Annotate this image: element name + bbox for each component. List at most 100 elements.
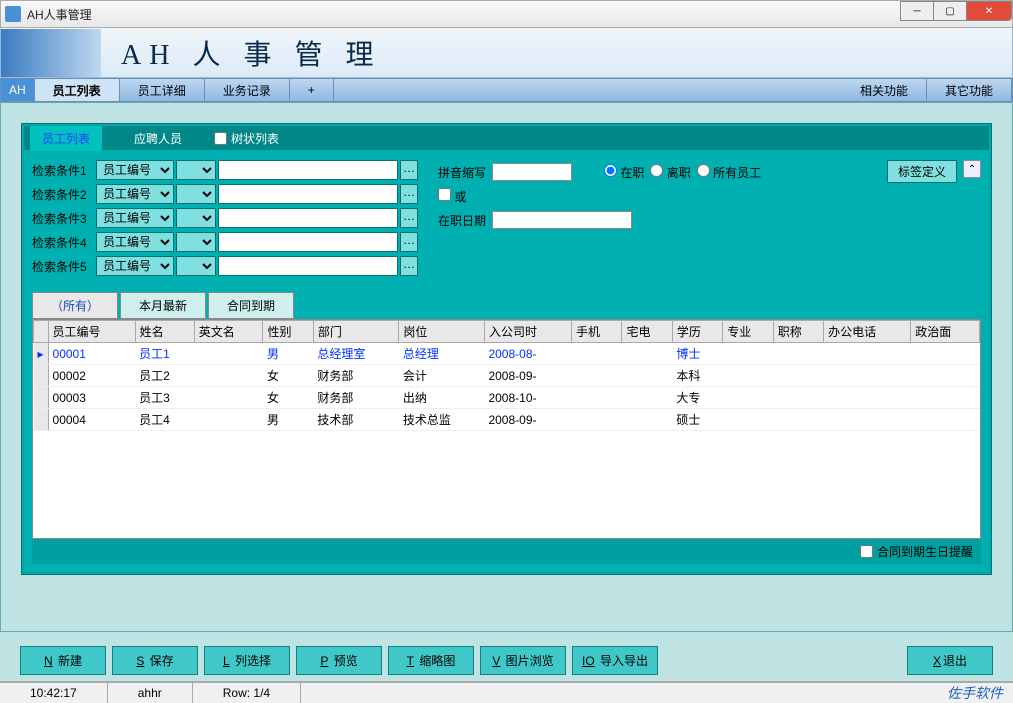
tab-employee-list[interactable]: 员工列表 <box>35 79 120 101</box>
table-cell[interactable] <box>622 409 672 431</box>
search-field-select[interactable]: 员工编号 <box>96 256 174 276</box>
tree-checkbox[interactable] <box>214 132 227 145</box>
table-cell[interactable] <box>723 365 773 387</box>
table-cell[interactable] <box>773 409 823 431</box>
table-cell[interactable]: 总经理室 <box>313 343 399 365</box>
tab-related[interactable]: 相关功能 <box>842 79 927 101</box>
column-header[interactable]: 岗位 <box>399 321 485 343</box>
close-button[interactable]: ✕ <box>966 1 1012 21</box>
table-cell[interactable] <box>824 365 911 387</box>
search-op-select[interactable] <box>176 232 216 252</box>
table-cell[interactable]: 员工1 <box>135 343 194 365</box>
search-value-input[interactable] <box>218 256 398 276</box>
tab-business-record[interactable]: 业务记录 <box>205 79 290 101</box>
reminder-checkbox[interactable] <box>860 545 873 558</box>
table-cell[interactable]: 会计 <box>399 365 485 387</box>
table-cell[interactable] <box>622 387 672 409</box>
search-value-input[interactable] <box>218 184 398 204</box>
search-value-input[interactable] <box>218 208 398 228</box>
search-field-select[interactable]: 员工编号 <box>96 232 174 252</box>
table-cell[interactable]: 员工4 <box>135 409 194 431</box>
table-cell[interactable]: 总经理 <box>399 343 485 365</box>
table-cell[interactable]: 男 <box>263 409 313 431</box>
table-cell[interactable]: 男 <box>263 343 313 365</box>
table-row[interactable]: 00002员工2女财务部会计2008-09-本科 <box>34 365 980 387</box>
search-more-button[interactable]: … <box>400 160 418 180</box>
table-cell[interactable] <box>911 343 980 365</box>
table-cell[interactable] <box>723 387 773 409</box>
gridtab-month[interactable]: 本月最新 <box>120 292 206 319</box>
column-header[interactable]: 政治面 <box>911 321 980 343</box>
minimize-button[interactable]: ─ <box>900 1 934 21</box>
table-cell[interactable]: 财务部 <box>313 365 399 387</box>
table-cell[interactable]: 2008-09- <box>484 365 571 387</box>
table-cell[interactable]: 2008-10- <box>484 387 571 409</box>
column-header[interactable]: 部门 <box>313 321 399 343</box>
table-cell[interactable] <box>773 387 823 409</box>
tab-employee-detail[interactable]: 员工详细 <box>120 79 205 101</box>
toolbar-图片浏览-button[interactable]: V 图片浏览 <box>480 646 566 675</box>
search-field-select[interactable]: 员工编号 <box>96 184 174 204</box>
subtab-employee-list[interactable]: 员工列表 <box>30 126 102 151</box>
column-header[interactable]: 姓名 <box>135 321 194 343</box>
table-cell[interactable]: 硕士 <box>672 409 722 431</box>
radio-offjob[interactable]: 离职 <box>650 164 690 181</box>
table-row[interactable]: 00003员工3女财务部出纳2008-10-大专 <box>34 387 980 409</box>
toolbar-缩略图-button[interactable]: T 缩略图 <box>388 646 474 675</box>
table-cell[interactable] <box>911 387 980 409</box>
table-cell[interactable] <box>194 387 263 409</box>
search-op-select[interactable] <box>176 208 216 228</box>
table-cell[interactable]: 技术部 <box>313 409 399 431</box>
search-field-select[interactable]: 员工编号 <box>96 208 174 228</box>
table-cell[interactable]: 技术总监 <box>399 409 485 431</box>
table-cell[interactable]: 00003 <box>48 387 135 409</box>
search-more-button[interactable]: … <box>400 232 418 252</box>
table-cell[interactable]: 2008-09- <box>484 409 571 431</box>
column-header[interactable]: 手机 <box>572 321 622 343</box>
table-cell[interactable] <box>572 387 622 409</box>
column-header[interactable]: 学历 <box>672 321 722 343</box>
table-cell[interactable] <box>723 409 773 431</box>
toolbar-预览-button[interactable]: P 预览 <box>296 646 382 675</box>
table-cell[interactable] <box>824 343 911 365</box>
table-cell[interactable] <box>622 365 672 387</box>
search-op-select[interactable] <box>176 256 216 276</box>
table-cell[interactable]: 女 <box>263 365 313 387</box>
table-cell[interactable] <box>572 365 622 387</box>
search-more-button[interactable]: … <box>400 184 418 204</box>
table-cell[interactable] <box>911 409 980 431</box>
gridtab-all[interactable]: （所有） <box>32 292 118 319</box>
table-cell[interactable] <box>572 343 622 365</box>
table-cell[interactable] <box>824 409 911 431</box>
column-header[interactable]: 员工编号 <box>48 321 135 343</box>
column-header[interactable]: 办公电话 <box>824 321 911 343</box>
pinyin-input[interactable] <box>492 163 572 181</box>
maximize-button[interactable]: ▢ <box>933 1 967 21</box>
search-value-input[interactable] <box>218 232 398 252</box>
table-cell[interactable] <box>194 409 263 431</box>
table-cell[interactable] <box>911 365 980 387</box>
toolbar-新建-button[interactable]: N 新建 <box>20 646 106 675</box>
column-header[interactable]: 入公司时 <box>484 321 571 343</box>
table-cell[interactable] <box>194 365 263 387</box>
table-cell[interactable]: 员工3 <box>135 387 194 409</box>
table-cell[interactable] <box>723 343 773 365</box>
tab-ah[interactable]: AH <box>1 79 35 101</box>
search-field-select[interactable]: 员工编号 <box>96 160 174 180</box>
radio-onjob[interactable]: 在职 <box>604 164 644 181</box>
table-row[interactable]: 00004员工4男技术部技术总监2008-09-硕士 <box>34 409 980 431</box>
search-value-input[interactable] <box>218 160 398 180</box>
table-cell[interactable]: 00001 <box>48 343 135 365</box>
table-cell[interactable]: 本科 <box>672 365 722 387</box>
tab-add[interactable]: + <box>290 79 334 101</box>
table-cell[interactable]: 博士 <box>672 343 722 365</box>
date-input[interactable] <box>492 211 632 229</box>
toolbar-保存-button[interactable]: S 保存 <box>112 646 198 675</box>
table-cell[interactable] <box>824 387 911 409</box>
table-cell[interactable] <box>622 343 672 365</box>
table-cell[interactable]: 员工2 <box>135 365 194 387</box>
table-cell[interactable]: 2008-08- <box>484 343 571 365</box>
table-cell[interactable] <box>773 343 823 365</box>
table-cell[interactable]: 出纳 <box>399 387 485 409</box>
or-checkbox[interactable]: 或 <box>438 188 466 205</box>
